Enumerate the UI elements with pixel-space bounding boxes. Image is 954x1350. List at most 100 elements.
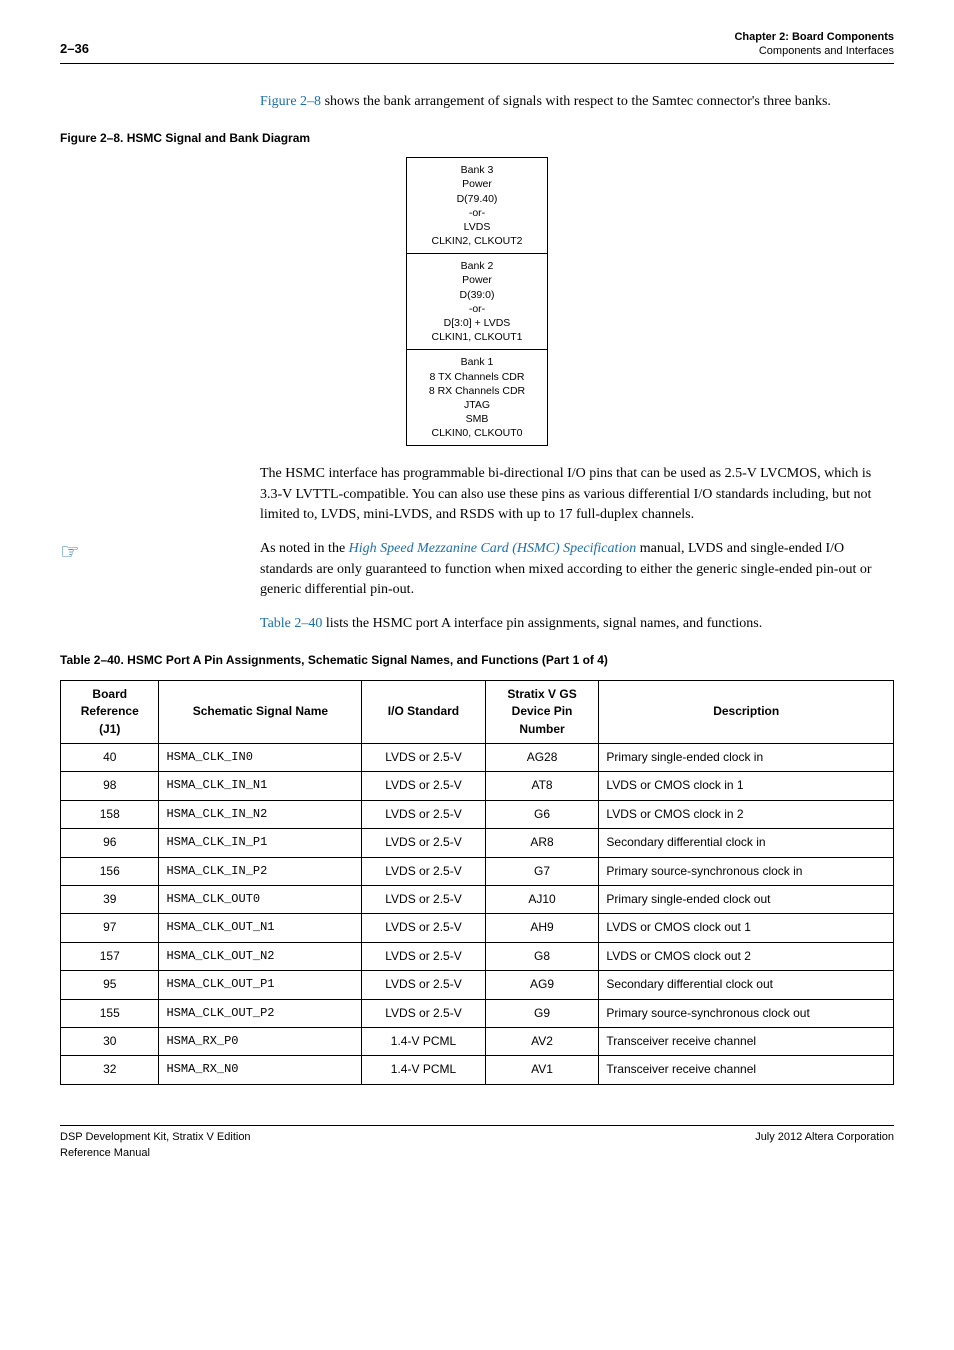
cell-io: LVDS or 2.5-V xyxy=(362,857,485,885)
bank1-line: CLKIN0, CLKOUT0 xyxy=(409,426,545,440)
chapter-subtitle: Components and Interfaces xyxy=(734,44,894,58)
cell-desc: LVDS or CMOS clock in 2 xyxy=(599,800,894,828)
bank3-line: D(79.40) xyxy=(409,192,545,206)
cell-ref: 95 xyxy=(61,971,159,999)
page-header: 2–36 Chapter 2: Board Components Compone… xyxy=(60,0,894,64)
cell-signal: HSMA_CLK_OUT_P2 xyxy=(159,999,362,1027)
table-row: 30HSMA_RX_P01.4-V PCMLAV2Transceiver rec… xyxy=(61,1027,894,1055)
cell-io: 1.4-V PCML xyxy=(362,1056,485,1084)
cell-pin: AH9 xyxy=(485,914,599,942)
bank3-line: Power xyxy=(409,177,545,191)
table-row: 39HSMA_CLK_OUT0LVDS or 2.5-VAJ10Primary … xyxy=(61,885,894,913)
bank1-line: 8 RX Channels CDR xyxy=(409,384,545,398)
cell-pin: G9 xyxy=(485,999,599,1027)
cell-pin: G7 xyxy=(485,857,599,885)
cell-ref: 156 xyxy=(61,857,159,885)
table-intro-text: lists the HSMC port A interface pin assi… xyxy=(322,616,762,631)
intro-text: shows the bank arrangement of signals wi… xyxy=(321,94,831,109)
cell-pin: AG28 xyxy=(485,744,599,772)
table-row: 96HSMA_CLK_IN_P1LVDS or 2.5-VAR8Secondar… xyxy=(61,829,894,857)
cell-ref: 155 xyxy=(61,999,159,1027)
bank2-line: CLKIN1, CLKOUT1 xyxy=(409,330,545,344)
table-header-row: Board Reference (J1) Schematic Signal Na… xyxy=(61,680,894,743)
col-board-ref: Board Reference (J1) xyxy=(61,680,159,743)
cell-signal: HSMA_CLK_IN_N1 xyxy=(159,772,362,800)
table-row: 157HSMA_CLK_OUT_N2LVDS or 2.5-VG8LVDS or… xyxy=(61,942,894,970)
cell-pin: AT8 xyxy=(485,772,599,800)
cell-ref: 97 xyxy=(61,914,159,942)
cell-io: LVDS or 2.5-V xyxy=(362,971,485,999)
cell-desc: LVDS or CMOS clock out 2 xyxy=(599,942,894,970)
cell-desc: Primary single-ended clock out xyxy=(599,885,894,913)
cell-io: LVDS or 2.5-V xyxy=(362,885,485,913)
cell-ref: 40 xyxy=(61,744,159,772)
bank-1: Bank 1 8 TX Channels CDR 8 RX Channels C… xyxy=(407,349,547,445)
table-row: 158HSMA_CLK_IN_N2LVDS or 2.5-VG6LVDS or … xyxy=(61,800,894,828)
hsmc-spec-link[interactable]: High Speed Mezzanine Card (HSMC) Specifi… xyxy=(349,541,637,556)
bank-3: Bank 3 Power D(79.40) -or- LVDS CLKIN2, … xyxy=(407,158,547,253)
cell-signal: HSMA_CLK_IN_P1 xyxy=(159,829,362,857)
cell-pin: AG9 xyxy=(485,971,599,999)
cell-desc: Transceiver receive channel xyxy=(599,1027,894,1055)
bank3-line: CLKIN2, CLKOUT2 xyxy=(409,234,545,248)
table-row: 40HSMA_CLK_IN0LVDS or 2.5-VAG28Primary s… xyxy=(61,744,894,772)
note-text: As noted in the High Speed Mezzanine Car… xyxy=(260,539,894,600)
table-row: 155HSMA_CLK_OUT_P2LVDS or 2.5-VG9Primary… xyxy=(61,999,894,1027)
bank2-line: -or- xyxy=(409,302,545,316)
cell-io: LVDS or 2.5-V xyxy=(362,999,485,1027)
cell-io: LVDS or 2.5-V xyxy=(362,942,485,970)
hand-icon: ☞ xyxy=(60,539,260,563)
col-description: Description xyxy=(599,680,894,743)
footer-right: July 2012 Altera Corporation xyxy=(755,1130,894,1162)
table-row: 97HSMA_CLK_OUT_N1LVDS or 2.5-VAH9LVDS or… xyxy=(61,914,894,942)
table-xref[interactable]: Table 2–40 xyxy=(260,616,322,631)
footer-left: DSP Development Kit, Stratix V Edition R… xyxy=(60,1130,251,1162)
cell-signal: HSMA_CLK_IN0 xyxy=(159,744,362,772)
bank1-line: Bank 1 xyxy=(409,355,545,369)
pin-assignments-table: Board Reference (J1) Schematic Signal Na… xyxy=(60,680,894,1085)
figure-xref[interactable]: Figure 2–8 xyxy=(260,94,321,109)
table-row: 95HSMA_CLK_OUT_P1LVDS or 2.5-VAG9Seconda… xyxy=(61,971,894,999)
cell-ref: 32 xyxy=(61,1056,159,1084)
bank1-line: JTAG xyxy=(409,398,545,412)
cell-ref: 30 xyxy=(61,1027,159,1055)
figure-diagram: Bank 3 Power D(79.40) -or- LVDS CLKIN2, … xyxy=(60,157,894,446)
cell-signal: HSMA_RX_P0 xyxy=(159,1027,362,1055)
cell-desc: Transceiver receive channel xyxy=(599,1056,894,1084)
cell-signal: HSMA_RX_N0 xyxy=(159,1056,362,1084)
cell-io: LVDS or 2.5-V xyxy=(362,744,485,772)
cell-signal: HSMA_CLK_IN_P2 xyxy=(159,857,362,885)
col-io-standard: I/O Standard xyxy=(362,680,485,743)
cell-pin: G8 xyxy=(485,942,599,970)
chapter-block: Chapter 2: Board Components Components a… xyxy=(734,30,894,59)
page-number: 2–36 xyxy=(60,40,89,59)
table-intro-paragraph: Table 2–40 lists the HSMC port A interfa… xyxy=(260,614,894,634)
cell-ref: 96 xyxy=(61,829,159,857)
table-caption: Table 2–40. HSMC Port A Pin Assignments,… xyxy=(60,652,894,669)
cell-io: LVDS or 2.5-V xyxy=(362,772,485,800)
intro-paragraph: Figure 2–8 shows the bank arrangement of… xyxy=(260,92,894,112)
note-pre: As noted in the xyxy=(260,541,349,556)
cell-io: LVDS or 2.5-V xyxy=(362,914,485,942)
cell-pin: AV1 xyxy=(485,1056,599,1084)
page-footer: DSP Development Kit, Stratix V Edition R… xyxy=(60,1125,894,1162)
figure-caption: Figure 2–8. HSMC Signal and Bank Diagram xyxy=(60,130,894,147)
cell-signal: HSMA_CLK_OUT_P1 xyxy=(159,971,362,999)
cell-pin: AJ10 xyxy=(485,885,599,913)
cell-signal: HSMA_CLK_OUT_N2 xyxy=(159,942,362,970)
bank3-line: LVDS xyxy=(409,220,545,234)
cell-signal: HSMA_CLK_IN_N2 xyxy=(159,800,362,828)
table-row: 32HSMA_RX_N01.4-V PCMLAV1Transceiver rec… xyxy=(61,1056,894,1084)
cell-io: LVDS or 2.5-V xyxy=(362,800,485,828)
bank1-line: 8 TX Channels CDR xyxy=(409,370,545,384)
cell-ref: 157 xyxy=(61,942,159,970)
bank1-line: SMB xyxy=(409,412,545,426)
col-device-pin: Stratix V GS Device Pin Number xyxy=(485,680,599,743)
bank2-line: D(39:0) xyxy=(409,288,545,302)
table-row: 156HSMA_CLK_IN_P2LVDS or 2.5-VG7Primary … xyxy=(61,857,894,885)
footer-doc-title: DSP Development Kit, Stratix V Edition xyxy=(60,1130,251,1146)
cell-desc: Secondary differential clock in xyxy=(599,829,894,857)
cell-signal: HSMA_CLK_OUT0 xyxy=(159,885,362,913)
cell-desc: Primary single-ended clock in xyxy=(599,744,894,772)
cell-pin: AV2 xyxy=(485,1027,599,1055)
